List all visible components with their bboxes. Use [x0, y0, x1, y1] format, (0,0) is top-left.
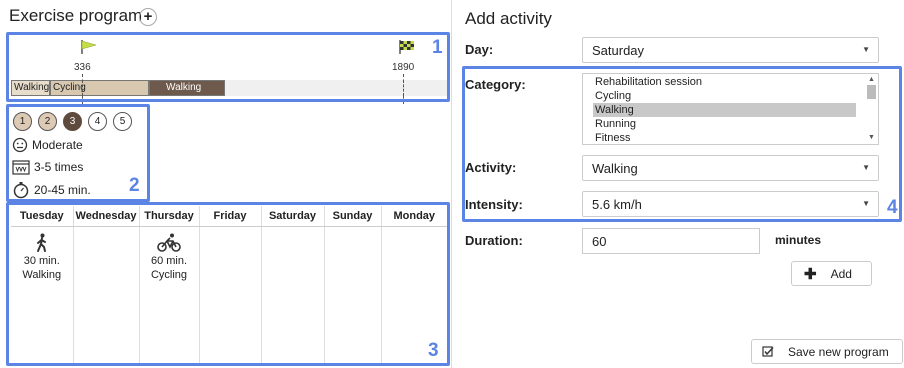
highlight-box-schedule	[6, 202, 450, 366]
checkbox-check-icon	[762, 345, 774, 357]
duration-input[interactable]: 60	[582, 228, 760, 254]
chevron-down-icon: ▼	[862, 45, 870, 54]
timeline-end-marker-overlay	[403, 80, 404, 96]
duration-label: Duration:	[465, 233, 523, 248]
marker-4: 4	[887, 197, 898, 218]
marker-3: 3	[428, 340, 439, 361]
day-label: Day:	[465, 42, 494, 57]
day-select-value: Saturday	[592, 43, 645, 58]
save-program-button[interactable]: Save new program	[751, 339, 903, 364]
add-activity-panel: Add activity Day: Saturday ▼ Category: R…	[462, 0, 904, 368]
program-title: Exercise program	[9, 6, 143, 25]
save-button-label: Save new program	[788, 344, 889, 359]
add-program-button[interactable]: +	[139, 8, 157, 26]
add-activity-title: Add activity	[465, 9, 552, 28]
highlight-box-form	[462, 66, 902, 222]
highlight-box-timeline	[6, 32, 450, 102]
add-activity-button[interactable]: ✚ Add	[791, 261, 872, 286]
marker-2: 2	[129, 175, 140, 196]
marker-1: 1	[432, 37, 443, 58]
exercise-program-panel: Exercise program + 336 1890 Walking Cycl…	[0, 0, 452, 368]
plus-icon: ✚	[804, 265, 817, 283]
duration-unit: minutes	[775, 233, 822, 247]
day-select[interactable]: Saturday ▼	[582, 37, 879, 63]
timeline-start-marker-overlay	[82, 80, 83, 96]
add-button-label: Add	[830, 266, 852, 281]
